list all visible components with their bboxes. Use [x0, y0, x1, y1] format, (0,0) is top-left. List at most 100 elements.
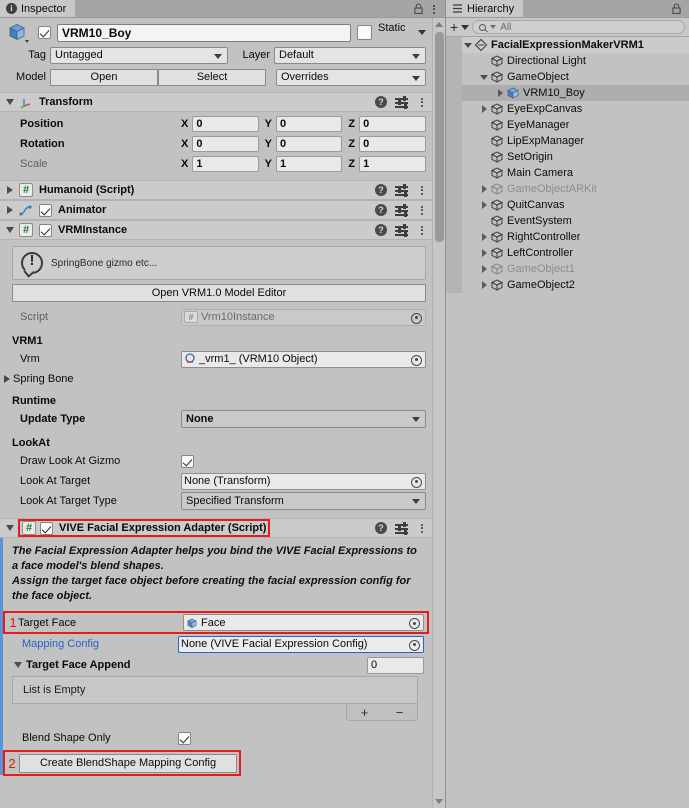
scale-z-input[interactable]: 1: [359, 156, 427, 172]
add-object-button[interactable]: +: [450, 20, 458, 34]
mapping-config-label[interactable]: Mapping Config: [8, 638, 178, 650]
search-filter-icon[interactable]: [490, 25, 497, 29]
add-object-dropdown-icon[interactable]: [461, 24, 470, 30]
component-menu-icon[interactable]: [416, 184, 427, 196]
hierarchy-item-main-camera[interactable]: Main Camera: [446, 165, 689, 181]
preset-icon[interactable]: [395, 224, 408, 237]
mapping-config-objectfield[interactable]: None (VIVE Facial Expression Config): [178, 635, 424, 653]
position-x-input[interactable]: 0: [192, 116, 259, 132]
static-checkbox[interactable]: [357, 25, 372, 40]
hierarchy-item-eyeexpcanvas[interactable]: EyeExpCanvas: [446, 101, 689, 117]
humanoid-foldout[interactable]: [4, 186, 15, 194]
component-header-vrminstance[interactable]: # VRMInstance ?: [0, 220, 432, 240]
create-blendshape-mapping-config-button[interactable]: Create BlendShape Mapping Config: [19, 753, 237, 773]
twisty-down-icon[interactable]: [462, 42, 474, 48]
hierarchy-item-setorigin[interactable]: SetOrigin: [446, 149, 689, 165]
hierarchy-item-directional-light[interactable]: Directional Light: [446, 53, 689, 69]
object-picker-icon[interactable]: [409, 618, 420, 629]
target-face-append-size-input[interactable]: 0: [367, 656, 424, 674]
object-picker-icon[interactable]: [411, 476, 422, 488]
list-remove-button[interactable]: −: [396, 705, 404, 720]
layer-dropdown[interactable]: Default: [274, 46, 426, 64]
vrm-objectfield[interactable]: _vrm1_ (VRM10 Object): [181, 350, 426, 368]
help-icon[interactable]: ?: [375, 224, 387, 236]
open-vrm-model-editor-button[interactable]: Open VRM1.0 Model Editor: [12, 284, 426, 302]
twisty-right-icon[interactable]: [478, 249, 490, 257]
help-icon[interactable]: ?: [375, 204, 387, 216]
lookat-target-objectfield[interactable]: None (Transform): [181, 472, 426, 490]
hierarchy-item-rightcontroller[interactable]: RightController: [446, 229, 689, 245]
gameobject-name-input[interactable]: VRM10_Boy: [57, 23, 351, 42]
inspector-menu-icon[interactable]: [428, 3, 439, 15]
rotation-z-input[interactable]: 0: [359, 136, 427, 152]
animator-foldout[interactable]: [4, 206, 15, 214]
tag-dropdown[interactable]: Untagged: [50, 46, 228, 64]
twisty-right-icon[interactable]: [494, 89, 506, 97]
object-picker-icon[interactable]: [409, 639, 420, 651]
list-add-button[interactable]: +: [361, 705, 369, 720]
hierarchy-item-eyemanager[interactable]: EyeManager: [446, 117, 689, 133]
scale-y-input[interactable]: 1: [276, 156, 343, 172]
twisty-right-icon[interactable]: [478, 185, 490, 193]
spring-bone-foldout[interactable]: Spring Bone: [0, 370, 432, 388]
target-face-objectfield[interactable]: Face: [183, 614, 424, 631]
twisty-right-icon[interactable]: [478, 265, 490, 273]
vrminstance-enabled-checkbox[interactable]: [39, 223, 52, 237]
hierarchy-item-quitcanvas[interactable]: QuitCanvas: [446, 197, 689, 213]
lock-icon[interactable]: [672, 3, 681, 14]
overrides-dropdown[interactable]: Overrides: [276, 68, 426, 86]
scale-x-input[interactable]: 1: [192, 156, 259, 172]
preset-icon[interactable]: [395, 96, 408, 109]
hierarchy-item-eventsystem[interactable]: EventSystem: [446, 213, 689, 229]
twisty-right-icon[interactable]: [478, 201, 490, 209]
inspector-scrollbar-thumb[interactable]: [435, 32, 444, 242]
update-type-dropdown[interactable]: None: [181, 410, 426, 428]
hierarchy-item-facialexpressionmakervrm1[interactable]: FacialExpressionMakerVRM1: [446, 37, 689, 53]
hierarchy-item-gameobjectarkit[interactable]: GameObjectARKit: [446, 181, 689, 197]
twisty-right-icon[interactable]: [478, 105, 490, 113]
help-icon[interactable]: ?: [375, 96, 387, 108]
component-menu-icon[interactable]: [416, 224, 427, 236]
draw-gizmo-checkbox[interactable]: [181, 454, 194, 468]
scroll-up-icon[interactable]: [435, 22, 443, 27]
model-select-button[interactable]: Select: [158, 68, 266, 86]
component-header-transform[interactable]: Transform ?: [0, 92, 432, 112]
target-face-append-foldout[interactable]: [14, 662, 22, 668]
scroll-down-icon[interactable]: [435, 799, 443, 804]
component-header-humanoid[interactable]: # Humanoid (Script) ?: [0, 180, 432, 200]
hierarchy-item-vrm10-boy[interactable]: VRM10_Boy: [446, 85, 689, 101]
help-icon[interactable]: ?: [375, 522, 387, 534]
vrminstance-foldout[interactable]: [4, 227, 15, 233]
rotation-x-input[interactable]: 0: [192, 136, 259, 152]
component-menu-icon[interactable]: [416, 522, 427, 534]
component-header-animator[interactable]: Animator ?: [0, 200, 432, 220]
lookat-type-dropdown[interactable]: Specified Transform: [181, 492, 426, 510]
object-picker-icon[interactable]: [411, 312, 422, 324]
twisty-down-icon[interactable]: [478, 74, 490, 80]
twisty-right-icon[interactable]: [478, 281, 490, 289]
tab-inspector[interactable]: i Inspector: [0, 0, 77, 17]
lock-icon[interactable]: [414, 3, 423, 14]
rotation-y-input[interactable]: 0: [276, 136, 343, 152]
component-menu-icon[interactable]: [416, 96, 427, 108]
preset-icon[interactable]: [395, 204, 408, 217]
hierarchy-search-input[interactable]: All: [472, 20, 685, 34]
position-y-input[interactable]: 0: [276, 116, 343, 132]
tab-hierarchy[interactable]: Hierarchy: [446, 0, 525, 17]
hierarchy-item-gameobject1[interactable]: GameObject1: [446, 261, 689, 277]
static-dropdown-icon[interactable]: [418, 30, 426, 35]
vive-adapter-enabled-checkbox[interactable]: [40, 521, 53, 535]
preset-icon[interactable]: [395, 522, 408, 535]
inspector-scrollbar[interactable]: [432, 18, 445, 808]
component-menu-icon[interactable]: [416, 204, 427, 216]
object-picker-icon[interactable]: [411, 354, 422, 366]
hierarchy-item-gameobject[interactable]: GameObject: [446, 69, 689, 85]
component-header-vive-adapter[interactable]: # VIVE Facial Expression Adapter (Script…: [0, 518, 432, 538]
preset-icon[interactable]: [395, 184, 408, 197]
hierarchy-item-lipexpmanager[interactable]: LipExpManager: [446, 133, 689, 149]
gameobject-enabled-checkbox[interactable]: [38, 26, 51, 39]
hierarchy-item-leftcontroller[interactable]: LeftController: [446, 245, 689, 261]
position-z-input[interactable]: 0: [359, 116, 427, 132]
blend-shape-only-checkbox[interactable]: [178, 731, 191, 745]
animator-enabled-checkbox[interactable]: [39, 203, 52, 217]
